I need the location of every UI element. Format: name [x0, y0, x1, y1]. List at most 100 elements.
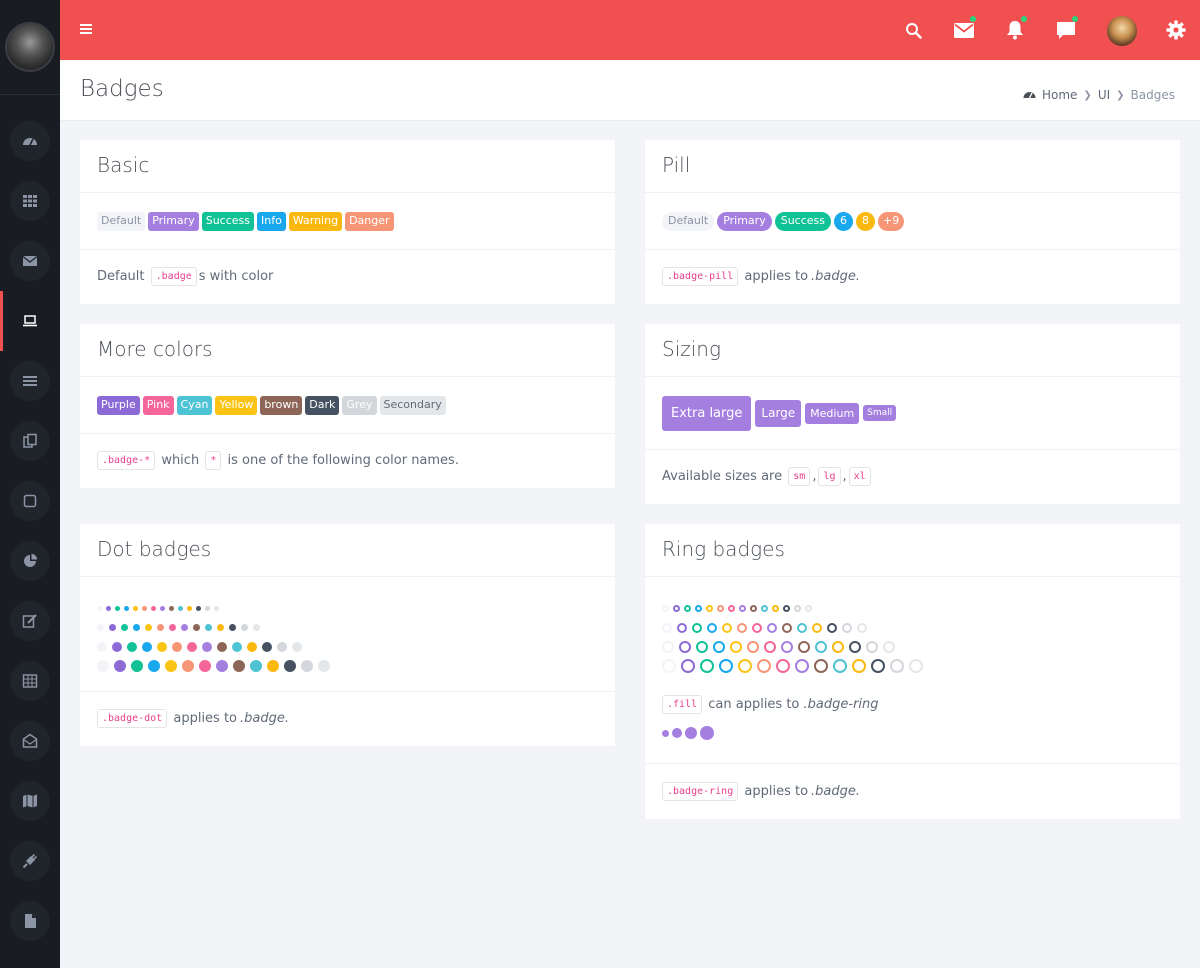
ring-badge-cyan [815, 640, 827, 653]
ring-badge-dark [827, 622, 837, 633]
ring-badge-default [662, 658, 676, 673]
ring-badge-pink [728, 605, 735, 612]
dot-badge-default [97, 641, 107, 652]
sidebar-item-edit[interactable] [0, 591, 60, 651]
sidebar-item-envelope-open[interactable] [0, 711, 60, 771]
bell-icon[interactable] [1003, 16, 1027, 42]
dot-row [97, 637, 598, 656]
menu-icon[interactable] [80, 24, 92, 35]
sidebar-user-avatar[interactable] [0, 0, 60, 95]
sidebar-item-pie-chart[interactable] [0, 531, 60, 591]
badge-row: Default Primary Success Info Warning Danger [80, 193, 615, 250]
dot-badge-pink [169, 624, 176, 631]
breadcrumb-home[interactable]: Home [1042, 88, 1077, 102]
dot-badge-danger [172, 641, 182, 652]
chevron-right-icon: ❯ [1116, 89, 1125, 101]
breadcrumb-current: Badges [1130, 88, 1175, 102]
dot-badge-default [97, 606, 102, 611]
ring-badge-secondary [883, 640, 895, 653]
badge-purple: Purple [97, 395, 140, 415]
dot-badge-purple [106, 606, 111, 611]
sidebar-item-grid[interactable] [0, 171, 60, 231]
badge-info: 6 [834, 211, 853, 231]
code-snippet: * [205, 451, 222, 470]
dot-badge-primary [216, 659, 228, 672]
footer-text: Available sizes are [662, 469, 783, 484]
badge-danger: Danger [345, 211, 394, 231]
chevron-right-icon: ❯ [1083, 89, 1092, 101]
sidebar-item-file[interactable] [0, 891, 60, 951]
code-snippet: .badge-ring [662, 781, 739, 801]
avatar[interactable] [5, 22, 55, 72]
ring-badge-purple [673, 605, 680, 612]
sidebar-item-laptop[interactable] [0, 291, 60, 351]
ring-badge-brown [798, 640, 810, 653]
code-snippet: xl [848, 467, 871, 486]
fill-text: can applies to [708, 697, 800, 712]
card-ring-badges: Ring badges .fill can applies to .badge-… [645, 524, 1180, 819]
topbar [60, 0, 1200, 60]
card-footer: .badge-ring applies to .badge. [645, 764, 1180, 818]
ring-badge-secondary [857, 622, 867, 633]
dot-badge-success [115, 606, 120, 611]
dot-badge-info [124, 606, 129, 611]
dot-badge-yellow [165, 659, 177, 672]
footer-em: .badge. [240, 711, 290, 726]
map-icon [23, 794, 37, 808]
mail-icon[interactable] [952, 16, 976, 42]
pages-icon [23, 433, 37, 448]
sidebar-icon-wrap [10, 181, 50, 221]
sidebar-item-plug[interactable] [0, 831, 60, 891]
ring-badge-brown [750, 605, 757, 612]
ring-badge-success [700, 658, 714, 673]
ring-badge-warning [772, 605, 779, 612]
grid-icon [23, 195, 37, 207]
sidebar-item-mail[interactable] [0, 231, 60, 291]
badge-size-sm: Small [863, 405, 897, 421]
badge-pink: Pink [142, 395, 174, 415]
sidebar-item-pages[interactable] [0, 411, 60, 471]
badge-success: Success [774, 211, 831, 231]
dot-badge-pink [199, 659, 211, 672]
dot-badge-yellow [145, 624, 152, 631]
sidebar-item-square[interactable] [0, 471, 60, 531]
page-title: Badges [80, 76, 164, 102]
dot-badge-info [133, 624, 140, 631]
ring-badge-success [684, 605, 691, 612]
badge-primary: Primary [717, 211, 772, 231]
badge-success: Success [201, 211, 254, 231]
code-snippet: .badge-* [97, 451, 156, 470]
dot-badge-dark [284, 659, 296, 672]
dot-badge-dark [196, 606, 201, 611]
sidebar-item-dashboard[interactable] [0, 111, 60, 171]
dot-badge-info [148, 659, 160, 672]
ring-badge-primary [781, 640, 793, 653]
sidebar-icon-wrap [10, 421, 50, 461]
dot-badge-info [142, 641, 152, 652]
ring-badge-danger [747, 640, 759, 653]
avatar[interactable] [1107, 16, 1137, 46]
sidebar-item-table[interactable] [0, 651, 60, 711]
sidebar-item-map[interactable] [0, 771, 60, 831]
card-footer: .badge-pill applies to .badge. [645, 250, 1180, 303]
footer-em: .badge. [811, 783, 861, 799]
ring-badge-fill [685, 727, 697, 739]
footer-text: is one of the following color names. [227, 453, 459, 468]
sidebar-item-list[interactable] [0, 351, 60, 411]
badge-default: Default [662, 211, 715, 231]
dot-badge-primary [202, 641, 212, 652]
ring-badge-fill [700, 726, 714, 740]
ring-badge-danger [717, 605, 724, 612]
gear-icon[interactable] [1164, 18, 1188, 42]
chat-icon[interactable] [1054, 16, 1078, 42]
sidebar-icon-wrap [10, 721, 50, 761]
search-icon[interactable] [901, 18, 925, 42]
ring-badge-pink [752, 622, 762, 633]
ring-badge-grey [866, 640, 878, 653]
dot-badge-cyan [205, 624, 212, 631]
dot-row [97, 618, 598, 637]
ring-badge-default [662, 622, 672, 633]
breadcrumb-ui[interactable]: UI [1098, 88, 1110, 102]
ring-badge-fill [662, 729, 669, 737]
code-snippet: sm [788, 467, 811, 486]
